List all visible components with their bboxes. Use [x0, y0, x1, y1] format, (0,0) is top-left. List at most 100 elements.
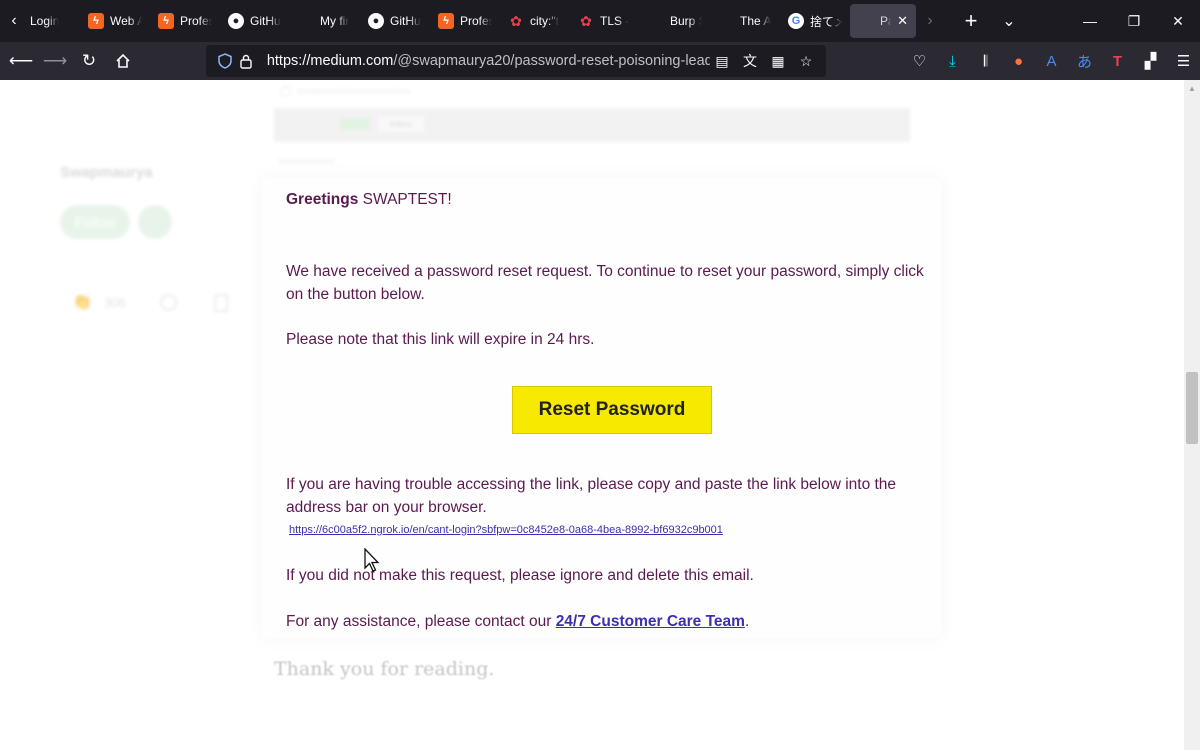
lock-icon[interactable]: [235, 54, 256, 69]
github-icon: ●: [228, 13, 244, 29]
tab-title: The A: [740, 14, 772, 28]
email-received-request: We have received a password reset reques…: [286, 263, 924, 303]
library-icon[interactable]: 𝄃: [969, 45, 1002, 77]
reader-view-icon[interactable]: ▤: [710, 49, 734, 73]
back-arrow-icon[interactable]: ⟵: [4, 45, 38, 77]
portswigger-icon: ϟ: [88, 13, 104, 29]
tab-title: GitHu: [390, 14, 421, 28]
minimize-window-icon[interactable]: —: [1068, 0, 1112, 42]
clap-icon[interactable]: 👏: [72, 292, 92, 312]
address-bar[interactable]: https://medium.com/@swapmaurya20/passwor…: [206, 45, 826, 77]
translate-extension-icon[interactable]: あ: [1068, 45, 1101, 77]
customer-care-link[interactable]: 24/7 Customer Care Team: [556, 613, 745, 630]
downloads-icon[interactable]: ⤓: [936, 45, 969, 77]
tab-title: Profes: [180, 14, 212, 28]
extensions-icon[interactable]: ▞: [1134, 45, 1167, 77]
clap-count: 306: [104, 295, 126, 310]
close-window-icon[interactable]: ✕: [1156, 0, 1200, 42]
subscribe-button[interactable]: [138, 205, 172, 239]
list-all-tabs-icon[interactable]: ⌄: [990, 0, 1028, 42]
bookmark-star-icon[interactable]: ☆: [794, 49, 818, 73]
greeting-word: Greetings: [286, 191, 359, 208]
portswigger-icon: ϟ: [158, 13, 174, 29]
scroll-up-arrow-icon[interactable]: ▲: [1184, 80, 1200, 96]
forward-arrow-icon[interactable]: ⟶: [38, 45, 72, 77]
google-icon: G: [788, 13, 804, 29]
bookmark-icon[interactable]: [214, 294, 228, 312]
menu-hamburger-icon[interactable]: ☰: [1167, 45, 1200, 77]
screenshot-browser-bar: ◯ ▭▭▭▭▭▭▭▭▭▭▭▭: [280, 86, 411, 97]
reload-icon[interactable]: ↻: [72, 45, 106, 77]
tab-password-reset-active[interactable]: Pas ✕: [850, 4, 916, 38]
tab-title: city:"t: [530, 14, 559, 28]
url-text[interactable]: https://medium.com/@swapmaurya20/passwor…: [267, 53, 710, 69]
restore-window-icon[interactable]: ❐: [1112, 0, 1156, 42]
follow-button[interactable]: Follow: [60, 205, 130, 239]
github-icon: ●: [368, 13, 384, 29]
pocket-icon[interactable]: ♡: [903, 45, 936, 77]
portswigger-icon: ϟ: [438, 13, 454, 29]
tab-professional-2[interactable]: ϟ Profes: [430, 4, 500, 38]
shodan-icon: ✿: [510, 12, 522, 29]
new-tab-icon[interactable]: +: [952, 0, 990, 42]
blank-page-icon: [648, 13, 664, 29]
screenshot-inbox-tab: Inbox: [378, 116, 424, 132]
tracking-protection-shield-icon[interactable]: [214, 53, 235, 69]
page-content: ◯ ▭▭▭▭▭▭▭▭▭▭▭▭ Inbox ▭▭▭▭▭▭ Swapmaurya F…: [0, 80, 1184, 750]
tab-github-2[interactable]: ● GitHu: [360, 4, 430, 38]
screenshot-green-pill: [340, 118, 370, 130]
tab-login[interactable]: Login: [28, 4, 80, 38]
screenshot-subject-line: ▭▭▭▭▭▭: [278, 156, 335, 167]
tab-title: 捨てメ: [810, 14, 842, 29]
navigation-toolbar: ⟵ ⟶ ↻ https://medium.com/@swapmaurya20/p…: [0, 42, 1200, 80]
foxyproxy-icon[interactable]: ●: [1002, 45, 1035, 77]
tab-google[interactable]: G 捨てメ: [780, 4, 850, 38]
tab-title: Web A: [110, 14, 142, 28]
email-expire-note: Please note that this link will expire i…: [286, 331, 595, 348]
tab-title: TLS -: [600, 14, 630, 28]
email-assistance: For any assistance, please contact our 2…: [286, 610, 941, 633]
tab-github-1[interactable]: ● GitHu: [220, 4, 290, 38]
assistance-prefix: For any assistance, please contact our: [286, 613, 552, 630]
responses-icon[interactable]: [160, 294, 177, 311]
thanks-for-reading: Thank you for reading.: [274, 658, 495, 680]
email-greeting: Greetings SWAPTEST!: [286, 191, 452, 209]
email-trouble-text: If you are having trouble accessing the …: [286, 476, 897, 516]
tab-web-academy[interactable]: ϟ Web A: [80, 4, 150, 38]
greeting-name: SWAPTEST!: [362, 191, 452, 208]
author-name[interactable]: Swapmaurya: [60, 164, 153, 181]
tab-my-first[interactable]: My fir: [290, 4, 360, 38]
tab-title: GitHu: [250, 14, 281, 28]
tab-title: Burp S: [670, 14, 702, 28]
tab-shodan-tls[interactable]: ✿ TLS -: [570, 4, 640, 38]
tab-the-a[interactable]: The A: [710, 4, 780, 38]
tab-scroll-left-button[interactable]: ‹: [0, 0, 28, 42]
reset-password-button[interactable]: Reset Password: [512, 386, 712, 434]
blank-page-icon: [858, 13, 874, 29]
t-extension-icon[interactable]: T: [1101, 45, 1134, 77]
qr-code-icon[interactable]: ▦: [766, 49, 790, 73]
tab-professional-1[interactable]: ϟ Profes: [150, 4, 220, 38]
close-tab-icon[interactable]: ✕: [897, 13, 908, 29]
translate-icon[interactable]: 文: [738, 49, 762, 73]
url-actions: ▤ 文 ▦ ☆: [710, 49, 818, 73]
toolbar-extensions: ♡ ⤓ 𝄃 ● A あ T ▞ ☰: [903, 42, 1200, 80]
mouse-cursor-icon: [364, 548, 380, 572]
tab-title: Profes: [460, 14, 492, 28]
scrollbar-thumb[interactable]: [1186, 372, 1198, 444]
blank-page-icon: [718, 13, 734, 29]
tab-scroll-right-button[interactable]: ›: [916, 0, 944, 42]
email-ignore-text: If you did not make this request, please…: [286, 567, 754, 584]
tab-burp[interactable]: Burp S: [640, 4, 710, 38]
reset-link[interactable]: https://6c00a5f2.ngrok.io/en/cant-login?…: [289, 524, 723, 536]
tab-title: Login: [30, 14, 60, 28]
url-host: https://medium.com: [266, 53, 394, 69]
translator-icon[interactable]: A: [1035, 45, 1068, 77]
blank-page-icon: [298, 13, 314, 29]
tab-shodan-city[interactable]: ✿ city:"t: [500, 4, 570, 38]
home-icon[interactable]: [106, 45, 140, 77]
tab-strip: ‹ Login ϟ Web A ϟ Profes ● GitHu My fir …: [0, 0, 1200, 42]
assistance-suffix: .: [744, 613, 750, 630]
url-path: /@swapmaurya20/password-reset-poisoning-…: [393, 53, 710, 69]
page-scrollbar[interactable]: ▲: [1184, 80, 1200, 750]
